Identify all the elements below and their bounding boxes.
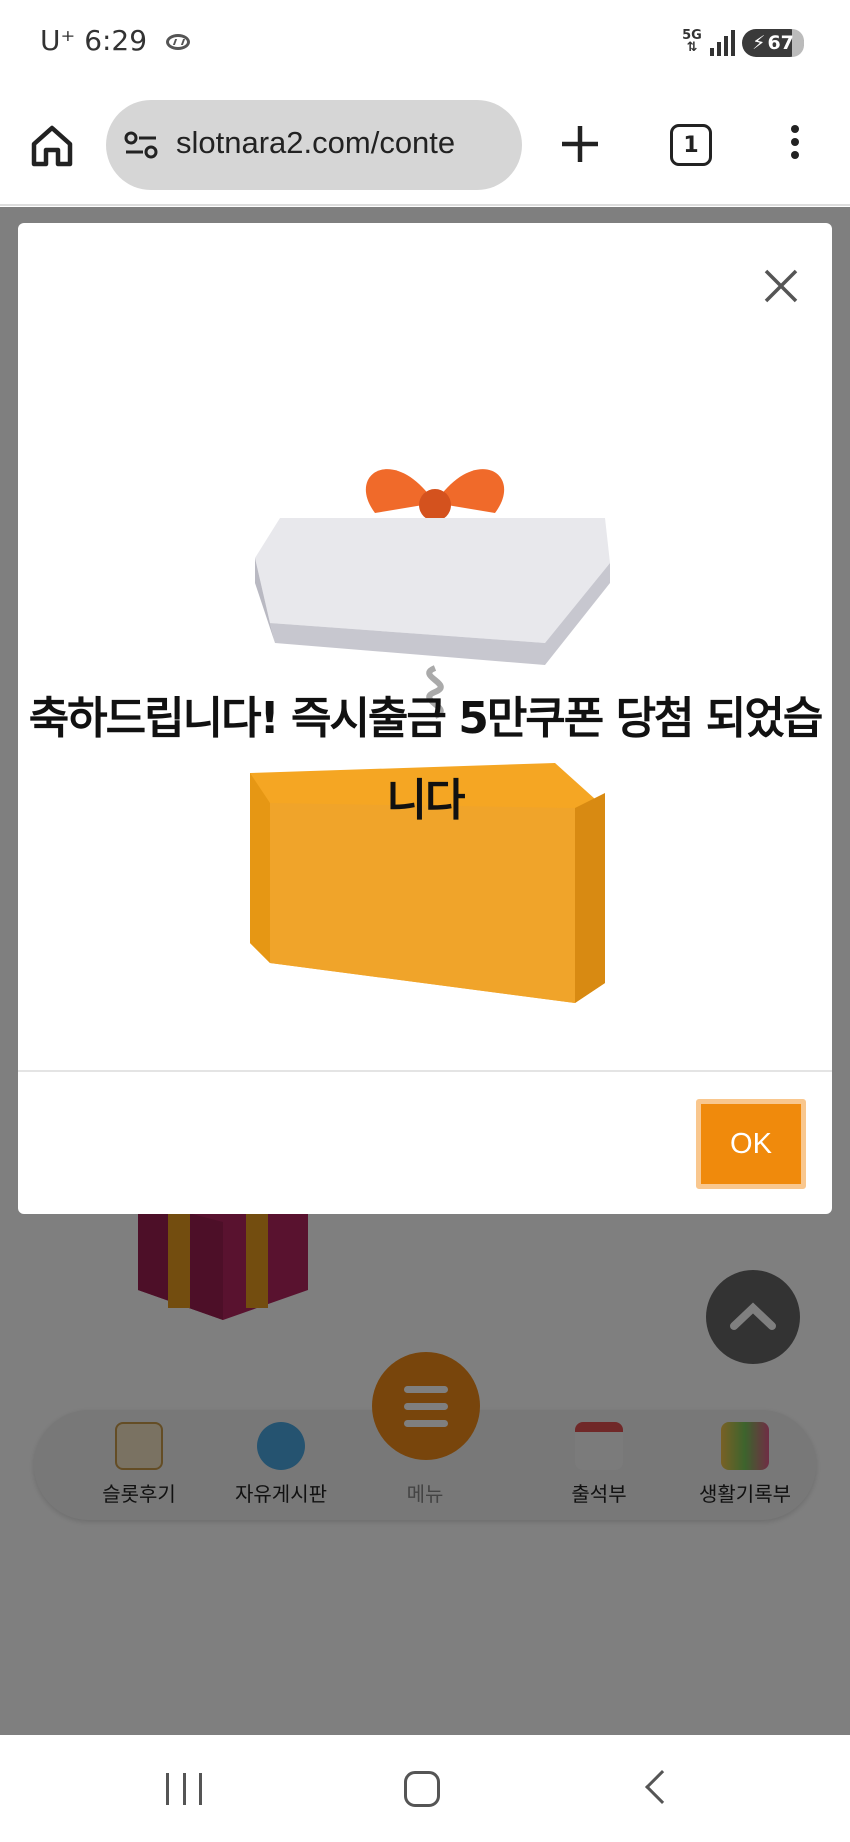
system-navigation-bar	[0, 1735, 850, 1842]
browser-toolbar: slotnara2.com/conte 1	[0, 86, 850, 206]
battery-icon: ⚡ 67	[742, 29, 804, 57]
clock: 6:29	[84, 24, 148, 57]
more-vert-icon[interactable]	[780, 120, 810, 170]
signal-icon	[710, 30, 736, 56]
tab-switcher-button[interactable]: 1	[670, 124, 712, 166]
recents-icon[interactable]	[166, 1773, 202, 1805]
back-icon[interactable]	[645, 1770, 679, 1804]
ok-button[interactable]: OK	[696, 1099, 806, 1189]
charging-icon: ⚡	[752, 32, 766, 54]
url-text[interactable]: slotnara2.com/conte	[176, 125, 512, 161]
battery-level: 67	[767, 32, 794, 54]
close-icon[interactable]	[754, 259, 808, 313]
site-settings-icon[interactable]	[124, 130, 158, 160]
address-bar[interactable]: slotnara2.com/conte	[106, 100, 522, 190]
home-icon[interactable]	[28, 122, 76, 170]
congratulations-modal: 축하드립니다! 즉시출금 5만쿠폰 당첨 되었습니다 OK	[18, 223, 832, 1214]
status-bar: U⁺ 6:29 5G ⇅ ⚡ 67	[0, 0, 850, 86]
hyundai-logo-icon	[166, 34, 190, 50]
network-label: 5G	[682, 28, 702, 43]
carrier-label: U⁺	[40, 24, 76, 57]
congratulations-message: 축하드립니다! 즉시출금 5만쿠폰 당첨 되었습니다	[28, 693, 824, 826]
carrier-time: U⁺ 6:29	[40, 24, 147, 57]
5g-icon: 5G ⇅	[682, 28, 702, 55]
plus-icon[interactable]	[556, 120, 604, 168]
home-nav-icon[interactable]	[404, 1771, 440, 1807]
modal-divider	[18, 1070, 832, 1072]
